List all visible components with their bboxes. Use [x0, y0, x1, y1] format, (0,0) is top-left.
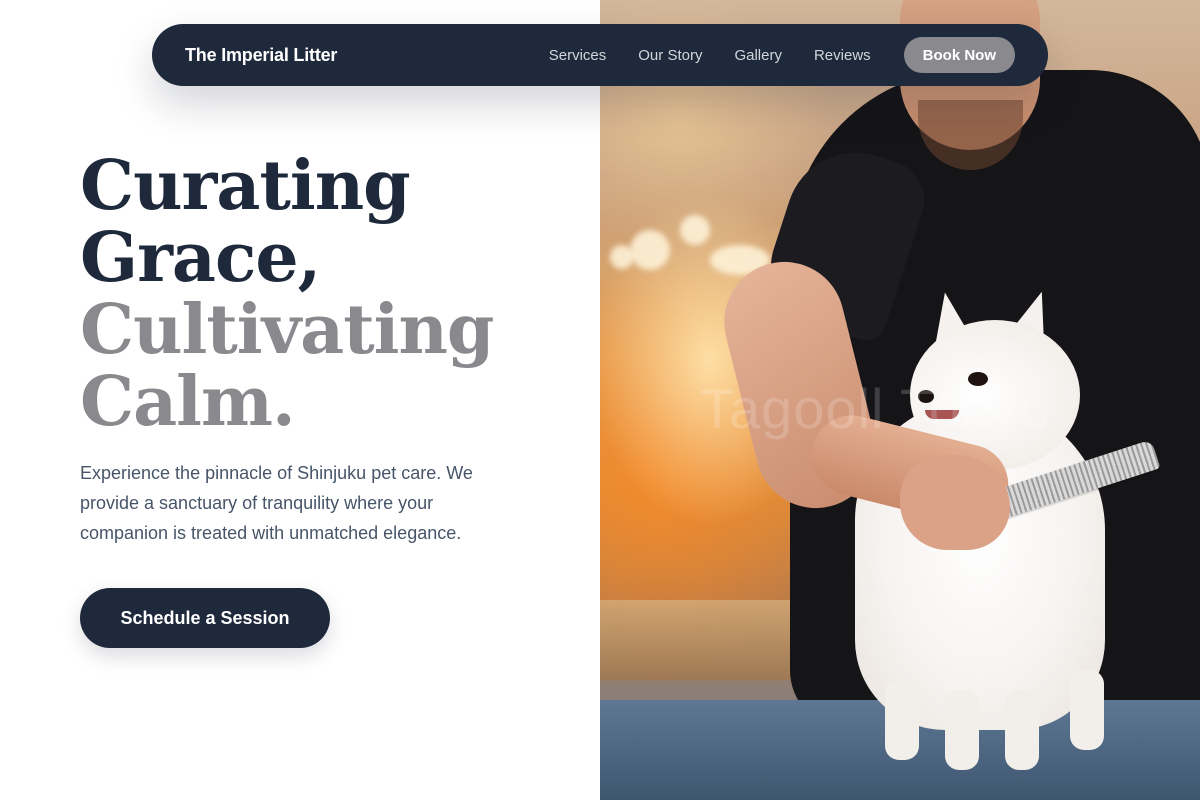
nav-links: Services Our Story Gallery Reviews: [549, 47, 871, 64]
image-watermark: Tagooll Tokyo: [700, 377, 1052, 440]
hero-headline: Curating Grace, Cultivating Calm.: [80, 150, 560, 438]
brand-logo-text[interactable]: The Imperial Litter: [185, 45, 337, 66]
hero-image-groomer-with-pomeranian: Tagooll Tokyo: [600, 0, 1200, 800]
hero-section: Curating Grace, Cultivating Calm. Experi…: [80, 150, 560, 648]
schedule-session-button[interactable]: Schedule a Session: [80, 588, 330, 648]
nav-link-reviews[interactable]: Reviews: [814, 47, 871, 64]
headline-line-2: Grace,: [80, 218, 321, 298]
nav-link-gallery[interactable]: Gallery: [734, 47, 782, 64]
nav-link-our-story[interactable]: Our Story: [638, 47, 702, 64]
headline-line-3: Cultivating: [80, 290, 494, 370]
book-now-button[interactable]: Book Now: [903, 37, 1015, 73]
headline-line-1: Curating: [80, 146, 411, 226]
landing-page: Tagooll Tokyo The Imperial Litter Servic…: [0, 0, 1200, 800]
headline-line-4: Calm.: [80, 362, 296, 442]
top-navbar: The Imperial Litter Services Our Story G…: [152, 24, 1048, 86]
nav-link-services[interactable]: Services: [549, 47, 607, 64]
hero-description: Experience the pinnacle of Shinjuku pet …: [80, 463, 473, 543]
